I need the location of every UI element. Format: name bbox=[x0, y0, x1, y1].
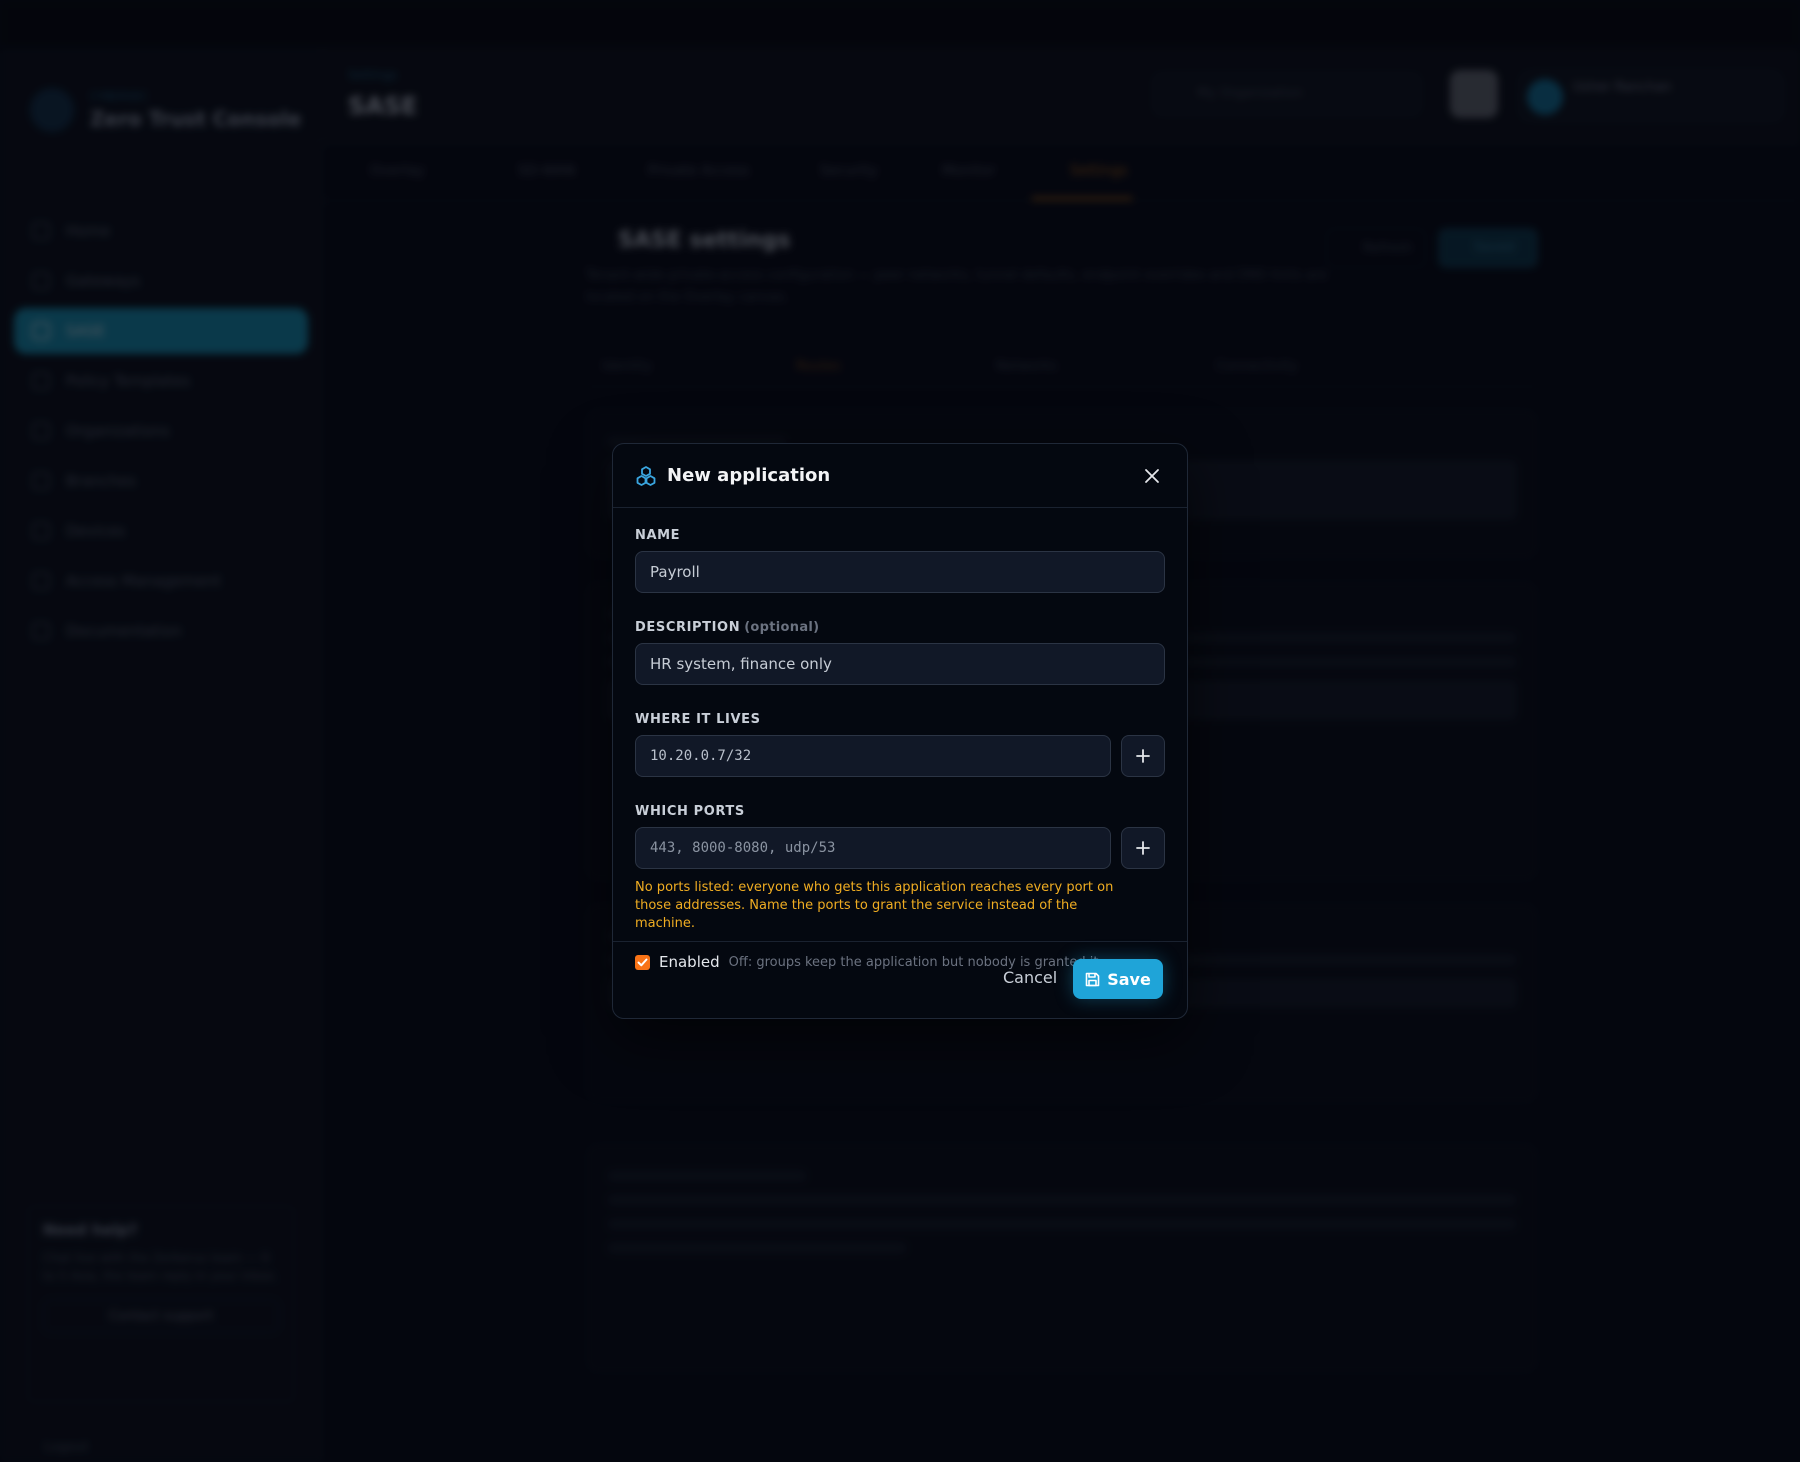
which-ports-label: Which ports bbox=[635, 804, 745, 819]
description-label: Description (optional) bbox=[635, 620, 1165, 636]
dialog-footer: Cancel Save bbox=[613, 941, 1187, 1019]
where-it-lives-row: 10.20.0.7/32 bbox=[635, 735, 1165, 804]
name-label: Name bbox=[635, 528, 681, 543]
name-field[interactable]: Payroll bbox=[635, 551, 1165, 593]
dialog-body: Name Payroll Description (optional) HR sy… bbox=[613, 508, 1187, 973]
plus-icon bbox=[1136, 749, 1150, 763]
description-value: HR system, finance only bbox=[650, 655, 832, 673]
add-address-button[interactable] bbox=[1121, 735, 1165, 777]
optional-tag: (optional) bbox=[744, 620, 820, 635]
name-value: Payroll bbox=[650, 563, 700, 581]
ports-placeholder: 443, 8000-8080, udp/53 bbox=[650, 840, 836, 856]
close-icon[interactable] bbox=[1139, 463, 1165, 489]
ports-warning: No ports listed: everyone who gets this … bbox=[635, 880, 1114, 931]
description-label-text: Description bbox=[635, 620, 741, 635]
add-port-button[interactable] bbox=[1121, 827, 1165, 869]
apps-cluster-icon bbox=[635, 465, 657, 487]
save-button[interactable]: Save bbox=[1073, 959, 1163, 999]
plus-icon bbox=[1136, 841, 1150, 855]
address-value: 10.20.0.7/32 bbox=[650, 748, 752, 764]
cancel-button[interactable]: Cancel bbox=[1003, 968, 1057, 987]
save-label: Save bbox=[1107, 969, 1151, 989]
dialog-title: New application bbox=[667, 465, 831, 486]
dialog-header: New application bbox=[613, 444, 1187, 508]
description-field[interactable]: HR system, finance only bbox=[635, 643, 1165, 685]
floppy-disk-icon bbox=[1085, 972, 1100, 986]
new-application-dialog: New application Name Payroll Description… bbox=[612, 443, 1188, 1019]
address-field[interactable]: 10.20.0.7/32 bbox=[635, 735, 1111, 777]
where-it-lives-label: Where it lives bbox=[635, 712, 761, 727]
ports-field[interactable]: 443, 8000-8080, udp/53 bbox=[635, 827, 1111, 869]
